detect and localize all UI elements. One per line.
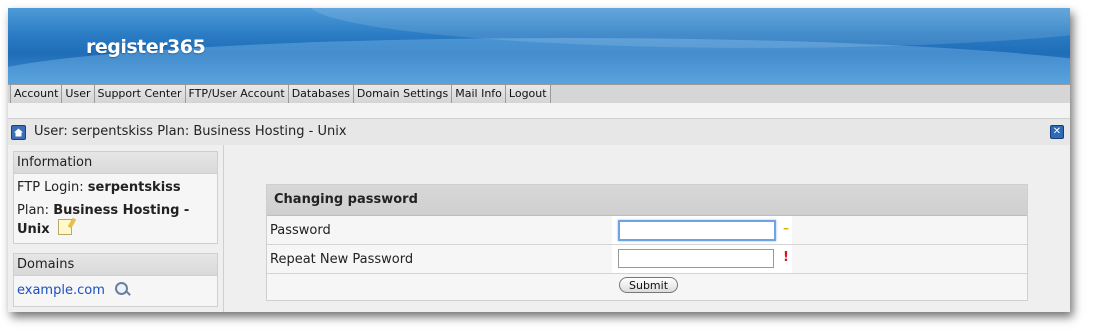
close-icon[interactable]: ✕ [1050,125,1064,139]
nav-item-support-center[interactable]: Support Center [94,85,186,103]
logo[interactable]: register365 [86,36,206,58]
repeat-password-row: Repeat New Password ! [267,245,1027,274]
home-icon[interactable] [11,125,26,140]
nav-item-mail-info[interactable]: Mail Info [452,85,506,103]
domain-link[interactable]: example.com [17,283,105,298]
nav-item-user[interactable]: User [62,85,95,103]
nav-item-domain-settings[interactable]: Domain Settings [353,85,453,103]
information-heading: Information [14,152,217,174]
page-title: User: serpentskiss Plan: Business Hostin… [34,124,347,139]
submit-button[interactable]: Submit [619,277,679,293]
repeat-password-label: Repeat New Password [270,252,414,267]
submit-row: Submit [267,274,1027,300]
app-window: register365 Account User Support Center … [8,8,1070,312]
nav-item-databases[interactable]: Databases [288,85,354,103]
domains-panel: Domains example.com [13,253,218,307]
repeat-password-error-indicator: ! [783,250,789,265]
domains-heading: Domains [14,254,217,276]
header-banner: register365 [8,8,1070,84]
sidebar: Information FTP Login: serpentskiss Plan… [8,145,224,312]
top-nav: Account User Support Center FTP/User Acc… [8,84,1070,104]
information-panel: Information FTP Login: serpentskiss Plan… [13,151,218,244]
nav-item-ftp-user-account[interactable]: FTP/User Account [185,85,289,103]
ftp-login-value: serpentskiss [87,180,181,195]
plan-label: Plan: [17,203,50,218]
password-label: Password [270,223,331,238]
nav-item-account[interactable]: Account [10,85,63,103]
nav-item-logout[interactable]: Logout [505,85,551,103]
password-strength-indicator: – [783,221,789,235]
edit-note-icon[interactable] [57,219,72,235]
change-password-form: Changing password Password – Repeat New … [266,184,1028,301]
domain-row: example.com [14,276,217,300]
spacer [8,103,1070,118]
password-row: Password – [267,216,1027,245]
repeat-password-cell [612,245,792,273]
page-titlebar: User: serpentskiss Plan: Business Hostin… [8,118,1070,147]
repeat-password-input[interactable] [618,249,774,268]
ftp-login-label: FTP Login: [17,180,84,195]
plan-row: Plan: Business Hosting - Unix [14,197,217,240]
password-cell [612,216,792,244]
ftp-login-row: FTP Login: serpentskiss [14,174,217,197]
password-input[interactable] [618,220,776,241]
form-heading: Changing password [267,185,1027,216]
magnifier-icon[interactable] [115,282,128,295]
main-content: Changing password Password – Repeat New … [224,145,1070,312]
